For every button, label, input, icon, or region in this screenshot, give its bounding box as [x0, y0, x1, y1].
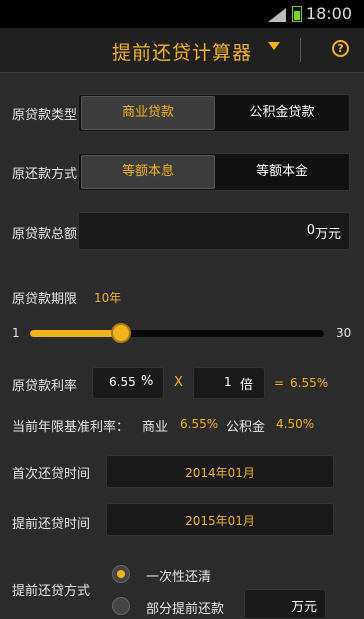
loan-term-value: 10年: [94, 291, 122, 305]
prepay-full-radio[interactable]: [112, 565, 130, 583]
status-bar: 18:00: [0, 0, 364, 28]
multiply-sign: X: [174, 375, 183, 390]
slider-thumb[interactable]: [111, 323, 132, 343]
loan-type-fund-option[interactable]: 公积金贷款: [215, 95, 349, 131]
prepay-full-label[interactable]: 一次性还清: [146, 566, 211, 585]
effective-rate-value: 6.55%: [290, 376, 329, 390]
repay-method-equal-principal-option[interactable]: 等额本金: [215, 154, 349, 190]
partial-amount-unit: 万元: [290, 600, 317, 615]
base-rate-input[interactable]: 6.55 %: [92, 367, 164, 399]
repay-method-label: 原还款方式: [12, 167, 78, 182]
prepay-method-label: 提前还贷方式: [12, 584, 91, 599]
app-header: 提前还贷计算器 ?: [0, 28, 364, 73]
benchmark-commercial-rate: 6.55%: [180, 417, 219, 431]
early-repay-label: 提前还贷时间: [12, 517, 91, 532]
early-repay-date-picker[interactable]: 2015年01月: [106, 503, 334, 536]
benchmark-fund-rate: 4.50%: [276, 417, 315, 431]
loan-amount-unit: 万元: [314, 227, 341, 242]
benchmark-label: 当前年限基准利率：: [12, 420, 130, 435]
header-divider: [300, 38, 301, 62]
first-repay-date-value: 2014年01月: [185, 466, 255, 480]
prepay-partial-label[interactable]: 部分提前还款: [146, 598, 224, 617]
partial-amount-input[interactable]: 万元: [244, 589, 326, 619]
early-repay-date-value: 2015年01月: [185, 514, 255, 528]
rate-multiplier-input[interactable]: 1 倍: [193, 367, 265, 399]
benchmark-fund-label: 公积金: [226, 420, 266, 435]
loan-type-commercial-option[interactable]: 商业贷款: [81, 96, 215, 130]
base-rate-value: 6.55: [109, 375, 136, 389]
battery-icon: [292, 6, 302, 22]
loan-amount-label: 原贷款总额: [12, 227, 78, 242]
page-title[interactable]: 提前还贷计算器: [112, 38, 252, 65]
repay-method-equal-installment-option[interactable]: 等额本息: [81, 155, 215, 189]
status-time: 18:00: [305, 4, 352, 23]
loan-term-slider[interactable]: [30, 323, 324, 343]
base-rate-unit: %: [141, 374, 154, 389]
help-button[interactable]: ?: [332, 40, 349, 57]
repay-method-selector: 等额本息 等额本金: [78, 153, 350, 191]
loan-amount-input[interactable]: 0 万元: [78, 212, 350, 250]
slider-max-label: 30: [336, 326, 352, 340]
loan-term-label: 原贷款期限: [12, 292, 78, 307]
slider-min-label: 1: [12, 326, 20, 340]
rate-multiplier-value: 1: [224, 375, 232, 389]
loan-type-label: 原贷款类型: [12, 108, 78, 123]
equals-sign: =: [274, 376, 285, 390]
chevron-down-icon[interactable]: [268, 42, 280, 50]
signal-icon: [268, 8, 286, 22]
first-repay-label: 首次还贷时间: [12, 467, 91, 482]
loan-type-selector: 商业贷款 公积金贷款: [78, 94, 350, 132]
loan-amount-value: 0: [306, 223, 315, 238]
rate-label: 原贷款利率: [12, 379, 78, 394]
benchmark-commercial-label: 商业: [142, 420, 169, 435]
slider-fill: [30, 330, 122, 337]
first-repay-date-picker[interactable]: 2014年01月: [106, 455, 334, 488]
prepay-partial-radio[interactable]: [112, 597, 130, 615]
rate-multiplier-unit: 倍: [240, 378, 254, 393]
